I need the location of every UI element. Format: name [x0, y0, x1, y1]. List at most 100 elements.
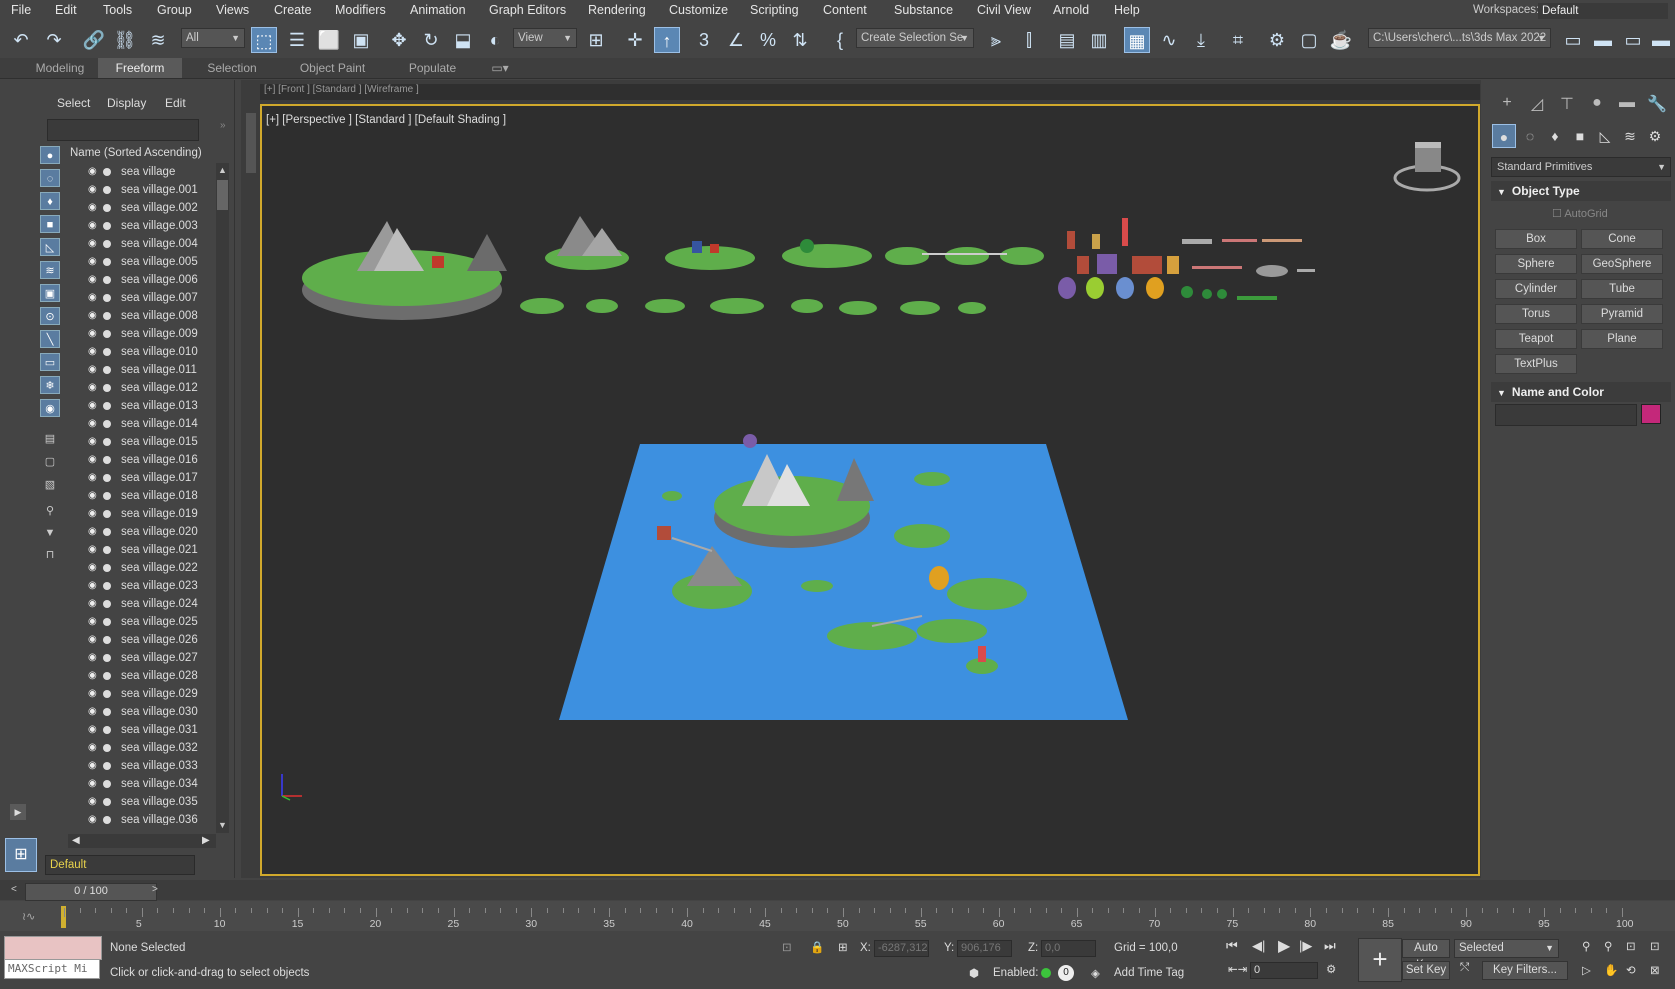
freeze-toggle-icon[interactable]: [103, 726, 111, 734]
project-folder-icon[interactable]: ▬: [1590, 27, 1616, 53]
list-item[interactable]: ◉ sea village.003: [70, 217, 215, 235]
align-icon[interactable]: ⫿: [1016, 27, 1042, 53]
spinner-snap-icon[interactable]: ⇅: [787, 27, 813, 53]
next-frame-icon[interactable]: >: [152, 884, 158, 895]
viewport-layout-icon[interactable]: ⊞: [5, 838, 37, 872]
layer-explorer-icon[interactable]: ▤: [1054, 27, 1080, 53]
object-color-swatch[interactable]: [1641, 404, 1661, 424]
cylinder-button[interactable]: Cylinder: [1495, 279, 1577, 299]
lights-category-icon[interactable]: ♦: [1543, 124, 1567, 148]
explorer-menu-edit[interactable]: Edit: [165, 96, 186, 110]
key-filter-icon[interactable]: ⤲: [1460, 962, 1469, 975]
create-selection-set-dropdown[interactable]: Create Selection Se ▼: [856, 28, 974, 48]
pan-view-icon[interactable]: ✋: [1604, 963, 1618, 977]
list-item[interactable]: ◉ sea village.008: [70, 307, 215, 325]
tab-freeform[interactable]: Freeform: [98, 58, 182, 78]
visibility-eye-icon[interactable]: ◉: [88, 235, 97, 253]
menu-tools[interactable]: Tools: [103, 3, 132, 17]
visibility-eye-icon[interactable]: ◉: [88, 631, 97, 649]
filter-space-warps-icon[interactable]: ≋: [40, 261, 60, 279]
filter-frozen-icon[interactable]: ❄: [40, 376, 60, 394]
visibility-eye-icon[interactable]: ◉: [88, 181, 97, 199]
filter-bones-icon[interactable]: ╲: [40, 330, 60, 348]
list-item[interactable]: ◉ sea village.034: [70, 775, 215, 793]
list-item[interactable]: ◉ sea village.007: [70, 289, 215, 307]
placement-icon[interactable]: ◐: [482, 27, 508, 53]
list-item[interactable]: ◉ sea village.022: [70, 559, 215, 577]
layer-dropdown[interactable]: Default: [45, 855, 195, 875]
list-item[interactable]: ◉ sea village: [70, 163, 215, 181]
display-all-icon[interactable]: ▤: [40, 430, 60, 448]
link-icon[interactable]: 🔗: [81, 27, 107, 53]
explorer-horizontal-scrollbar[interactable]: [68, 834, 216, 848]
maxscript-listener-output[interactable]: [4, 936, 102, 960]
list-item[interactable]: ◉ sea village.011: [70, 361, 215, 379]
visibility-eye-icon[interactable]: ◉: [88, 379, 97, 397]
menu-content[interactable]: Content: [823, 3, 867, 17]
utilities-tab-icon[interactable]: 🔧: [1644, 94, 1670, 118]
prev-frame-icon[interactable]: <: [11, 884, 17, 895]
visibility-eye-icon[interactable]: ◉: [88, 523, 97, 541]
time-tag-icon[interactable]: ◈: [1091, 966, 1100, 980]
key-set-dropdown[interactable]: Selected ▼: [1454, 939, 1559, 958]
enabled-indicator[interactable]: [1041, 968, 1051, 978]
scroll-left-icon[interactable]: ◀: [72, 835, 80, 846]
list-item[interactable]: ◉ sea village.024: [70, 595, 215, 613]
shapes-category-icon[interactable]: ◌: [1518, 124, 1542, 148]
explorer-expand-icon[interactable]: ▶: [10, 804, 26, 820]
list-item[interactable]: ◉ sea village.021: [70, 541, 215, 559]
freeze-toggle-icon[interactable]: [103, 456, 111, 464]
open-project-icon[interactable]: ▭: [1560, 27, 1586, 53]
current-frame-input[interactable]: 0: [1250, 962, 1318, 979]
angle-snap-icon[interactable]: ∠: [723, 27, 749, 53]
visibility-eye-icon[interactable]: ◉: [88, 793, 97, 811]
visibility-eye-icon[interactable]: ◉: [88, 595, 97, 613]
list-item[interactable]: ◉ sea village.029: [70, 685, 215, 703]
freeze-toggle-icon[interactable]: [103, 204, 111, 212]
find-icon[interactable]: ⚲: [40, 502, 60, 520]
visibility-eye-icon[interactable]: ◉: [88, 397, 97, 415]
list-item[interactable]: ◉ sea village.030: [70, 703, 215, 721]
project-path-dropdown[interactable]: C:\Users\cherc\...ts\3ds Max 2022 ▼: [1368, 28, 1551, 48]
hierarchy-tab-icon[interactable]: ⊤: [1554, 94, 1580, 118]
move-icon[interactable]: ✥: [386, 27, 412, 53]
freeze-toggle-icon[interactable]: [103, 492, 111, 500]
list-item[interactable]: ◉ sea village.027: [70, 649, 215, 667]
list-item[interactable]: ◉ sea village.001: [70, 181, 215, 199]
orbit-icon[interactable]: ⟲: [1626, 963, 1636, 977]
list-item[interactable]: ◉ sea village.012: [70, 379, 215, 397]
freeze-toggle-icon[interactable]: [103, 312, 111, 320]
visibility-eye-icon[interactable]: ◉: [88, 721, 97, 739]
unlink-icon[interactable]: ⛓: [112, 27, 138, 53]
project-extra-icon[interactable]: ▬: [1648, 27, 1674, 53]
freeze-toggle-icon[interactable]: [103, 798, 111, 806]
list-item[interactable]: ◉ sea village.025: [70, 613, 215, 631]
freeze-toggle-icon[interactable]: [103, 708, 111, 716]
list-item[interactable]: ◉ sea village.026: [70, 631, 215, 649]
box-button[interactable]: Box: [1495, 229, 1577, 249]
mini-curve-editor-icon[interactable]: ≀∿: [22, 910, 35, 923]
primitive-category-dropdown[interactable]: Standard Primitives ▼: [1491, 157, 1671, 177]
freeze-toggle-icon[interactable]: [103, 780, 111, 788]
menu-group[interactable]: Group: [157, 3, 192, 17]
bind-space-warp-icon[interactable]: ≋: [145, 27, 171, 53]
object-name-input[interactable]: [1495, 404, 1637, 426]
teapot-button[interactable]: Teapot: [1495, 329, 1577, 349]
add-time-tag-button[interactable]: Add Time Tag: [1114, 967, 1184, 979]
list-item[interactable]: ◉ sea village.009: [70, 325, 215, 343]
visibility-eye-icon[interactable]: ◉: [88, 343, 97, 361]
motion-tab-icon[interactable]: ●: [1584, 94, 1610, 118]
list-item[interactable]: ◉ sea village.028: [70, 667, 215, 685]
curve-editor-icon[interactable]: ∿: [1156, 27, 1182, 53]
redo-icon[interactable]: ↷: [41, 27, 67, 53]
select-by-name-icon[interactable]: ☰: [284, 27, 310, 53]
scene-explorer-toggle-icon[interactable]: ▦: [1124, 27, 1150, 53]
list-item[interactable]: ◉ sea village.035: [70, 793, 215, 811]
zoom-extents-all-icon[interactable]: ⊡: [1650, 939, 1660, 953]
material-editor-icon[interactable]: ⌗: [1225, 27, 1251, 53]
render-production-icon[interactable]: ☕: [1328, 27, 1354, 53]
visibility-eye-icon[interactable]: ◉: [88, 757, 97, 775]
filter-xrefs-icon[interactable]: ⊙: [40, 307, 60, 325]
menu-arnold[interactable]: Arnold: [1053, 3, 1089, 17]
select-object-icon[interactable]: ⬚: [251, 27, 277, 53]
